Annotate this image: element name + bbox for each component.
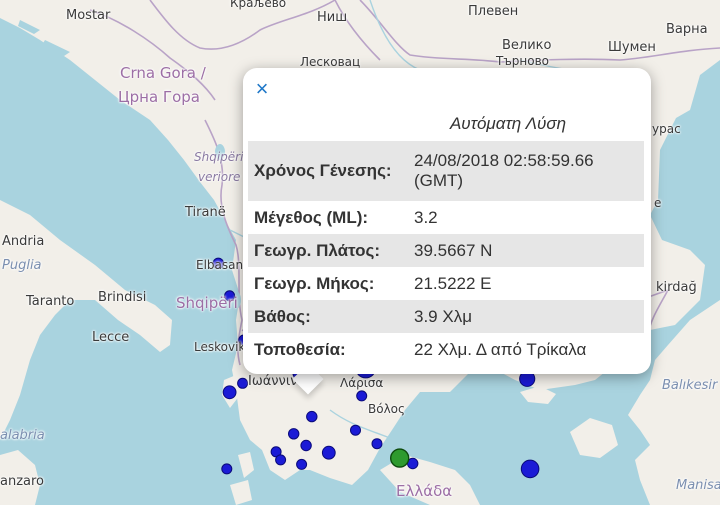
table-row: Γεωγρ. Πλάτος: 39.5667 N: [248, 234, 644, 267]
earthquake-marker-current[interactable]: [390, 448, 410, 468]
map-label-shqiperi-a: Shqipëri: [194, 150, 244, 164]
map-label-balikesir: Balıkesir: [662, 378, 718, 393]
origin-time-value: 24/08/2018 02:58:59.66 (GMT): [408, 141, 644, 201]
map-label-catanzaro: anzaro: [0, 474, 45, 489]
earthquake-marker[interactable]: [222, 385, 237, 400]
earthquake-marker[interactable]: [221, 463, 233, 475]
earthquake-marker[interactable]: [356, 390, 368, 402]
table-row: Χρόνος Γένεσης: 24/08/2018 02:58:59.66 (…: [248, 141, 644, 201]
popup-title: Αυτόματη Λύση: [243, 114, 643, 134]
map-label-andria: Andria: [2, 234, 45, 249]
map-label-pleven: Плевен: [468, 4, 519, 19]
map-label-crna-gora-cyr: Црна Гора: [118, 88, 200, 106]
close-icon[interactable]: ×: [251, 78, 273, 100]
latitude-value: 39.5667 N: [408, 234, 644, 267]
map-label-ellada: Ελλάδα: [396, 482, 453, 500]
map-label-manisa: Manisa: [676, 478, 720, 493]
lemnos-land: [520, 386, 556, 404]
map-label-turkey-e: e: [654, 196, 662, 210]
location-label: Τοποθεσία:: [254, 339, 346, 359]
map-label-brindisi: Brindisi: [98, 290, 147, 305]
map-label-lecce: Lecce: [92, 330, 130, 345]
latitude-label: Γεωγρ. Πλάτος:: [248, 234, 408, 267]
map-label-nis: Ниш: [317, 10, 348, 25]
map-label-kraljevo: Краљево: [230, 0, 287, 10]
lefkada-land: [238, 452, 254, 478]
map-label-tarnovo: Търново: [496, 54, 550, 68]
earthquake-marker[interactable]: [306, 410, 318, 423]
depth-label: Βάθος:: [248, 300, 408, 333]
longitude-value: 21.5222 E: [414, 273, 492, 293]
lesvos-land: [570, 418, 618, 458]
earthquake-marker[interactable]: [371, 438, 383, 450]
magnitude-label: Μέγεθος (ML):: [254, 207, 369, 227]
map-label-shqiperi: Shqipëri: [176, 294, 238, 312]
map-label-mostar: Mostar: [66, 8, 111, 23]
popup-title-text: Αυτόματη Λύση: [449, 114, 567, 133]
map-label-crna-gora: Crna Gora /: [120, 64, 206, 82]
earthquake-marker[interactable]: [288, 428, 300, 440]
map-label-veliko: Велико: [502, 38, 552, 53]
map-label-taranto: Taranto: [26, 294, 75, 309]
map-label-gurac: урас: [652, 122, 681, 136]
map-label-shqiperi-b: veriore: [198, 170, 241, 184]
map-label-elbasan: Elbasan: [196, 258, 244, 272]
map-label-leskovik: Leskovik: [194, 340, 246, 354]
location-value: 22 Χλμ. Δ από Τρίκαλα: [414, 339, 587, 359]
earthquake-marker[interactable]: [237, 377, 249, 389]
magnitude-value: 3.2: [414, 207, 438, 227]
earthquake-marker[interactable]: [321, 445, 336, 460]
earthquake-marker[interactable]: [350, 424, 361, 436]
map-label-tirane: Tiranë: [185, 205, 226, 220]
earthquake-info-table: Χρόνος Γένεσης: 24/08/2018 02:58:59.66 (…: [248, 141, 644, 366]
table-row: Τοποθεσία: 22 Χλμ. Δ από Τρίκαλα: [248, 333, 644, 366]
table-row: Βάθος: 3.9 Χλμ: [248, 300, 644, 333]
map-label-calabria: alabria: [0, 428, 45, 443]
map-label-varna: Варна: [666, 22, 708, 37]
kefalonia-land: [230, 480, 252, 505]
earthquake-marker[interactable]: [296, 458, 308, 470]
map-label-shumen: Шумен: [608, 40, 656, 55]
depth-value: 3.9 Χλμ: [408, 300, 644, 333]
map-label-puglia: Puglia: [2, 258, 42, 273]
earthquake-info-popup: × Αυτόματη Λύση Χρόνος Γένεσης: 24/08/20…: [243, 68, 651, 374]
longitude-label: Γεωγρ. Μήκος:: [254, 273, 375, 293]
table-row: Γεωγρ. Μήκος: 21.5222 E: [248, 267, 644, 300]
map-label-tekirdag: kirdağ: [656, 280, 697, 295]
earthquake-marker[interactable]: [300, 439, 312, 452]
earthquake-marker[interactable]: [275, 454, 287, 466]
table-row: Μέγεθος (ML): 3.2: [248, 201, 644, 234]
map-label-leskovac: Лесковац: [300, 55, 361, 69]
map-label-volos: Βόλος: [368, 402, 406, 416]
earthquake-marker[interactable]: [520, 459, 540, 479]
origin-time-label: Χρόνος Γένεσης:: [248, 141, 408, 201]
map-label-larisa: Λάρισα: [340, 376, 384, 390]
